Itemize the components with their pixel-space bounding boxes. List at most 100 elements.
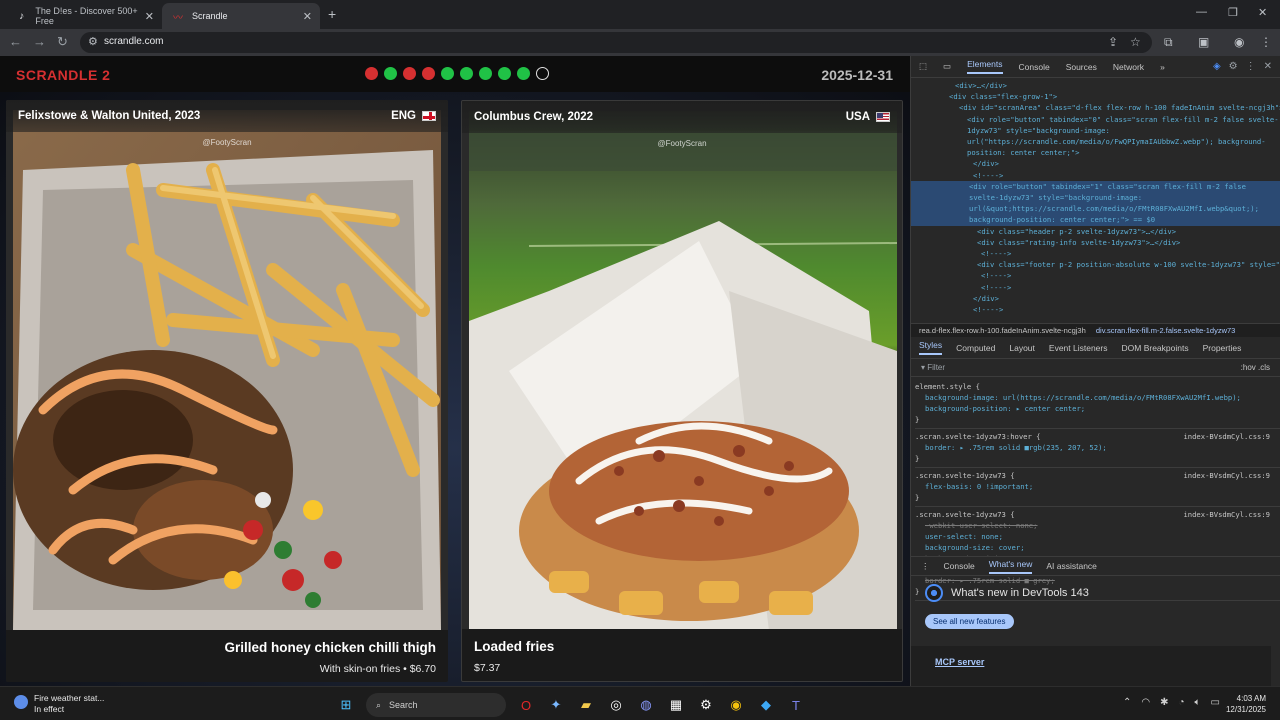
minimize-button[interactable]: — [1196,6,1207,18]
css-source-link[interactable]: index-BVsdmCyl.css:9 [1183,470,1270,481]
breadcrumb-parent[interactable]: rea.d-flex.flex-row.h-100.fadeInAnim.sve… [919,326,1086,335]
country-code: USA [845,111,870,123]
windows-start-icon[interactable]: ⊞ [336,695,356,715]
dom-node[interactable]: <!----> [911,282,1280,293]
file-explorer-icon[interactable]: ▰ [576,695,596,715]
side-panel-icon[interactable]: ▣ [1198,35,1209,49]
more-tabs-icon[interactable]: » [1160,62,1165,72]
dom-node[interactable]: <div class="flex-grow-1"> [911,91,1280,102]
bookmark-star-icon[interactable]: ☆ [1130,35,1141,49]
opera-icon[interactable]: O [516,695,536,715]
site-info-icon[interactable]: ⚙ [88,35,98,48]
hov-cls-toggles[interactable]: :hov .cls [1241,363,1270,372]
more-options-icon[interactable]: ⋮ [1246,61,1256,72]
brand-logo[interactable]: SCRANDLE 2 [16,67,110,83]
dom-node[interactable]: <div role="button" tabindex="0" class="s… [911,114,1280,159]
dom-node[interactable]: <div id="scranArea" class="d-flex flex-r… [911,102,1280,113]
dom-node[interactable]: <!----> [911,170,1280,181]
subtab-layout[interactable]: Layout [1009,343,1035,353]
tab-sources[interactable]: Sources [1066,62,1097,72]
dom-node[interactable]: <div class="rating-info svelte-1dyzw73">… [911,237,1280,248]
copilot-icon[interactable]: ✦ [546,695,566,715]
tab-network[interactable]: Network [1113,62,1144,72]
settings-gear-icon[interactable]: ⚙ [1229,61,1238,72]
css-source-link[interactable]: index-BVsdmCyl.css:9 [1183,431,1270,442]
extensions-icon[interactable]: ⧉ [1164,35,1173,50]
tab-dies[interactable]: ♪ The D!es - Discover 500+ Free ✕ [6,3,162,29]
drawer-tab-console[interactable]: Console [944,561,975,571]
css-rule[interactable]: .scran.svelte-1dyzw73 {index-BVsdmCyl.cs… [915,468,1280,507]
steam-icon[interactable]: ⚙ [696,695,716,715]
css-property[interactable]: flex-basis: 0 !important; [915,481,1280,492]
reload-icon[interactable]: ↻ [57,34,68,50]
mcp-server-link[interactable]: MCP server [935,657,984,667]
headset-icon[interactable]: ◠ [1141,697,1150,708]
install-icon[interactable]: ⇪ [1108,35,1118,49]
dom-node[interactable]: <!----> [911,248,1280,259]
tray-chevron-icon[interactable]: ⌃ [1123,697,1131,708]
css-property[interactable]: user-select: none; [915,531,1280,542]
weather-line-2: In effect [34,704,65,714]
inspect-icon[interactable]: ⬚ [919,61,927,72]
subtab-dom-breakpoints[interactable]: DOM Breakpoints [1122,343,1189,353]
taskbar-clock[interactable]: 4:03 AM 12/31/2025 [1226,693,1266,715]
menu-icon[interactable]: ⋮ [1260,35,1272,49]
css-property[interactable]: background-image: url(https://scrandle.c… [915,392,1280,403]
styles-filter[interactable]: ▾ Filter :hov .cls [911,359,1280,377]
scran-card-right[interactable]: Columbus Crew, 2022 USA @FootyScran Load… [461,100,903,682]
close-tab-icon[interactable]: ✕ [303,10,312,23]
css-source-link[interactable]: index-BVsdmCyl.css:9 [1183,509,1270,520]
vscode-icon[interactable]: ◆ [756,695,776,715]
dom-node[interactable]: <div>…</div> [911,80,1280,91]
breadcrumb-current[interactable]: div.scran.flex-fill.m-2.false.svelte-1dy… [1096,326,1236,335]
wifi-icon[interactable]: ◔ [1179,697,1185,708]
taskbar-search[interactable]: ⌕ Search [366,693,506,717]
subtab-computed[interactable]: Computed [956,343,995,353]
subtab-properties[interactable]: Properties [1203,343,1242,353]
dom-node[interactable]: <!----> [911,270,1280,281]
tab-scrandle[interactable]: 〰 Scrandle ✕ [162,3,320,29]
back-icon[interactable]: ← [9,34,22,49]
scran-card-left[interactable]: Felixstowe & Walton United, 2023 ENG @Fo… [6,100,448,682]
css-rule[interactable]: .scran.svelte-1dyzw73:hover {index-BVsdm… [915,429,1280,468]
close-window-button[interactable]: ✕ [1258,6,1267,19]
dom-node[interactable]: <div class="header p-2 svelte-1dyzw73">…… [911,226,1280,237]
css-property[interactable]: border: ▸ .75rem solid ■rgb(235, 207, 52… [915,442,1280,453]
calculator-icon[interactable]: ▦ [666,695,686,715]
teams-icon[interactable]: T [786,695,806,715]
subtab-styles[interactable]: Styles [919,340,943,355]
ai-icon[interactable]: ◈ [1213,61,1221,72]
dom-node[interactable]: <!----> [911,304,1280,315]
css-property[interactable]: background-position: ▸ center center; [915,403,1280,414]
tab-elements[interactable]: Elements [967,59,1003,74]
drawer-tab-whats-new[interactable]: What's new [988,559,1033,574]
css-property[interactable]: background-size: cover; [915,542,1280,553]
dom-node[interactable]: </div> [911,293,1280,304]
profile-icon[interactable]: ◉ [1234,35,1244,49]
close-tab-icon[interactable]: ✕ [145,10,154,23]
drawer-menu-icon[interactable]: ⋮ [921,561,930,572]
close-devtools-icon[interactable]: ✕ [1264,61,1272,72]
drawer-tab-ai-assistance[interactable]: AI assistance [1046,561,1097,571]
discord-icon[interactable]: ◍ [636,695,656,715]
weather-widget[interactable]: Fire weather stat... In effect [14,693,104,715]
maximize-button[interactable]: ❐ [1228,6,1238,19]
progress-dot [498,67,511,80]
github-icon[interactable]: ◎ [606,695,626,715]
bluetooth-icon[interactable]: ✱ [1160,697,1168,708]
chrome-icon[interactable]: ◉ [726,695,746,715]
dom-node[interactable]: </div> [911,158,1280,169]
dom-node[interactable]: <div role="button" tabindex="1" class="s… [911,180,1280,226]
css-rule[interactable]: element.style {background-image: url(htt… [915,379,1280,429]
omnibox[interactable]: ⚙ scrandle.com [80,32,1152,53]
forward-icon[interactable]: → [33,34,46,49]
new-tab-button[interactable]: + [328,6,336,22]
volume-icon[interactable]: 🔈︎ [1195,697,1201,708]
see-all-features-button[interactable]: See all new features [925,614,1014,629]
device-toolbar-icon[interactable]: ▭ [943,61,951,72]
css-property[interactable]: -webkit-user-select: none; [915,520,1280,531]
battery-icon[interactable]: ▭ [1211,697,1220,708]
subtab-event-listeners[interactable]: Event Listeners [1049,343,1108,353]
tab-console[interactable]: Console [1019,62,1050,72]
dom-node[interactable]: <div class="footer p-2 position-absolute… [911,259,1280,270]
